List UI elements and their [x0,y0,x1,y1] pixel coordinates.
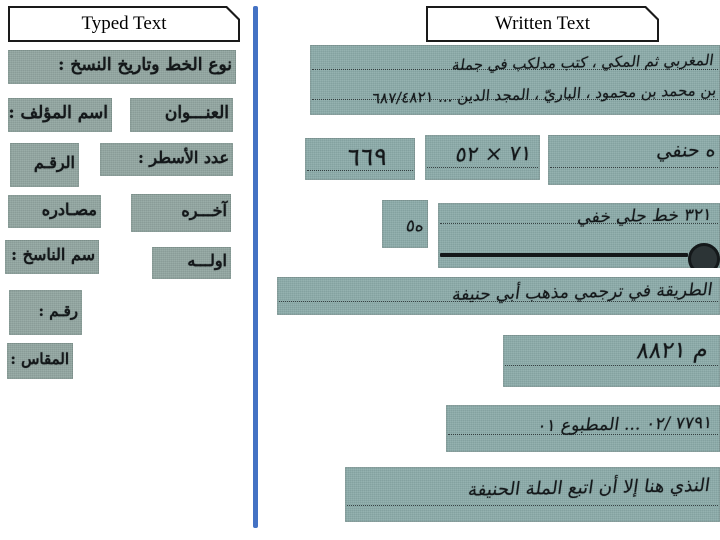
written-patch-handwritten-date-1977: ١٩٧٧ /٢٠ ... المطبوع ١٠ [446,405,720,452]
written-patch-handwritten-number-123-block: ١٢٣ خط جلي خفي [438,203,720,268]
handwritten-line: ١٩٧٧ /٢٠ ... المطبوع ١٠ [535,413,714,437]
typed-patch-ending: آخـــره [131,194,231,232]
written-text-header-label: Written Text [494,13,591,34]
handwritten-line: م ١٢٨٨ [635,337,710,365]
written-patch-handwritten-title-block: المغربي ثم المكي ، كتب مدلكب في جملة بن م… [310,45,720,115]
vertical-divider [253,6,258,528]
written-patch-handwritten-hanafi: ه حنفي [548,135,720,185]
typed-patch-text: نوع الخط وتاريخ النسخ : [58,54,232,75]
typed-patch-copyist-name: سم الناسخ : [5,240,99,274]
written-patch-handwritten-number-1288: م ١٢٨٨ [503,335,720,387]
typed-patch-title: العنـــوان [130,98,233,132]
written-patch-handwritten-bottom-line: النذي هنا إلا أن اتبع الملة الحنيفة [345,467,720,522]
ruling-line [505,365,718,366]
typed-patch-author-name: اسم المؤلف : [8,98,112,132]
typed-patch-text: رقـم : [38,301,78,320]
typed-patch-text: سم الناسخ : [11,245,95,265]
ruling-line [347,505,718,506]
typed-patch-script-type-and-copy-date: نوع الخط وتاريخ النسخ : [8,50,236,84]
typed-patch-text: المقاس : [10,350,69,369]
handwritten-line: ٩٦٦ [344,142,390,172]
written-patch-handwritten-number-966: ٩٦٦ [305,138,415,180]
typed-patch-text: عدد الأسطر : [137,147,229,167]
written-patch-handwritten-small-fragment: ه٥ [382,200,428,248]
typed-patch-text: العنـــوان [164,102,229,123]
typed-patch-text: اسم المؤلف : [8,102,108,123]
typed-text-header-box: Typed Text [8,6,240,42]
typed-patch-item-number: رقـم : [9,290,82,335]
heavy-ruling-line [440,253,688,257]
handwritten-line: المغربي ثم المكي ، كتب مدلكب في جملة [451,51,716,75]
handwritten-line: ١٢٣ خط جلي خفي [576,205,714,228]
handwritten-line: ه حنفي [655,139,718,163]
screenshot-canvas: Typed Text Written Text نوع الخط وتاريخ … [0,0,720,540]
handwritten-line: بن محمد بن محمود ، الباريّ ، المجد الدين… [370,81,717,108]
written-patch-handwritten-madhhab-line: الطريقة في ترجمي مذهب أبي حنيفة [277,277,720,315]
typed-text-header-label: Typed Text [81,13,167,34]
handwritten-line: ١٧ × ٢٥ [454,141,534,167]
typed-patch-text: آخـــره [181,201,227,221]
written-text-header-box: Written Text [426,6,659,42]
written-patch-handwritten-dimensions: ١٧ × ٢٥ [425,135,540,180]
seal-mark-icon [688,243,720,268]
typed-patch-line-count: عدد الأسطر : [100,143,233,176]
ruling-line [427,167,538,168]
typed-patch-number: الرقـم [10,143,79,187]
typed-patch-text: الرقـم [33,153,75,173]
typed-patch-text: اولـــه [187,251,227,271]
typed-patch-text: مصـادره [41,199,97,219]
typed-patch-beginning: اولـــه [152,247,231,279]
typed-patch-size: المقاس : [7,343,73,379]
handwritten-line: ه٥ [404,216,426,237]
handwritten-line: النذي هنا إلا أن اتبع الملة الحنيفة [466,475,712,501]
typed-patch-sources: مصـادره [8,195,101,228]
ruling-line [550,167,718,168]
